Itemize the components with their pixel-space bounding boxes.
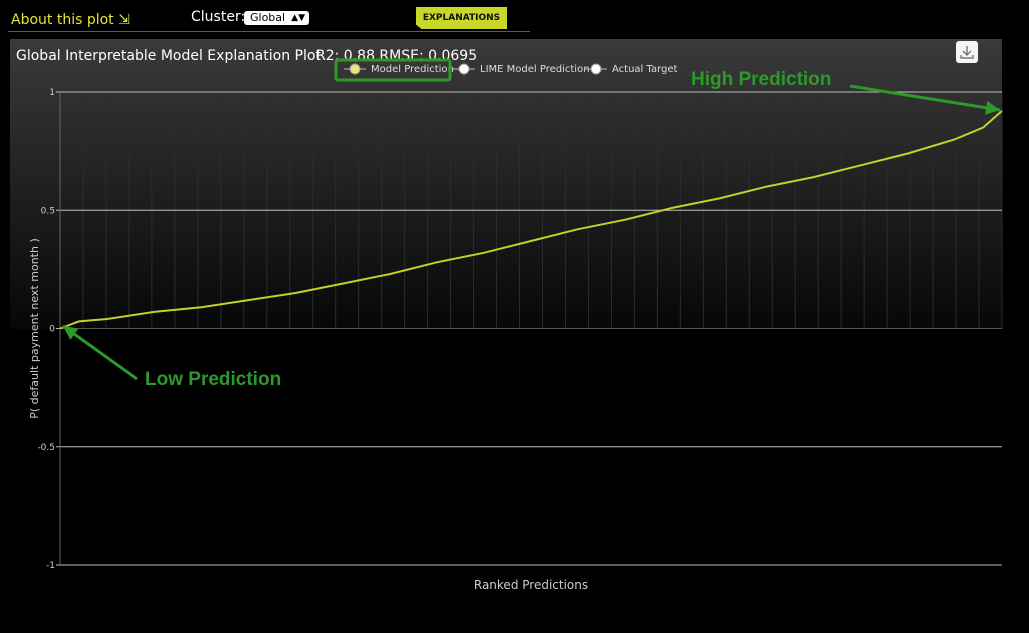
- y-tick-label: -0.5: [37, 443, 55, 453]
- high-prediction-note: High Prediction: [691, 69, 832, 90]
- chart-svg: Global Interpretable Model Explanation P…: [16, 48, 1003, 592]
- legend-item-label: Model Prediction: [371, 64, 454, 75]
- chart-stats: R2: 0.88 RMSE: 0.0695: [316, 48, 477, 64]
- legend-item-label: LIME Model Prediction: [480, 64, 590, 75]
- series-line-model-prediction: [59, 110, 1003, 330]
- legend-item-label: Actual Target: [612, 64, 678, 75]
- legend-marker: [349, 63, 361, 75]
- low-prediction-note: Low Prediction: [145, 369, 282, 390]
- high-prediction-arrow-head: [985, 100, 1000, 115]
- high-prediction-arrow: [849, 84, 1001, 112]
- y-tick-label: -1: [46, 561, 55, 571]
- y-tick-label: 0.5: [41, 206, 55, 216]
- download-button[interactable]: [956, 41, 978, 63]
- chart-title: Global Interpretable Model Explanation P…: [16, 48, 321, 64]
- legend-marker: [590, 63, 602, 75]
- x-axis-label: Ranked Predictions: [474, 578, 588, 592]
- y-tick-label: 0: [49, 325, 55, 335]
- y-tick-label: 1: [49, 88, 55, 98]
- y-axis-label: P( default payment next month ): [28, 238, 41, 418]
- legend-marker: [458, 63, 470, 75]
- download-icon: [960, 46, 974, 59]
